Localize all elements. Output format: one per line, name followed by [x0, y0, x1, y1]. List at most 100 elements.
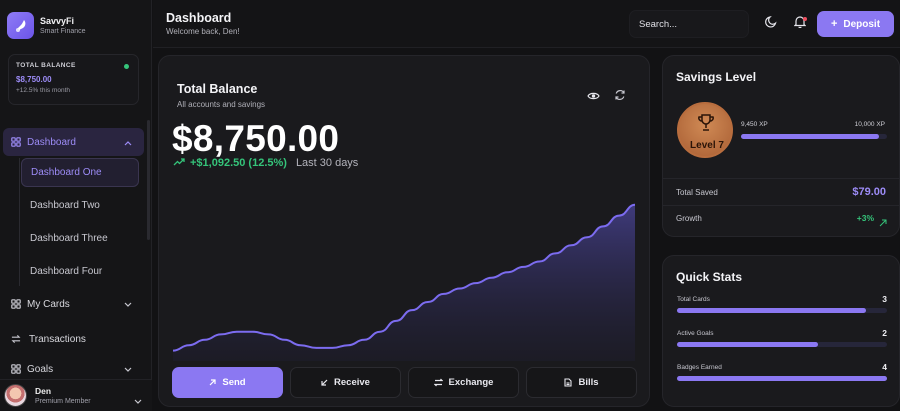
grid-icon [11, 299, 21, 309]
stat-value-active-goals: 2 [882, 328, 887, 338]
sidebar-item-label: Goals [27, 363, 54, 375]
user-profile[interactable]: Den Premium Member [0, 379, 152, 411]
sidebar-subitem-dashboard-four[interactable]: Dashboard Four [21, 257, 139, 286]
sidebar-scrollbar[interactable] [147, 120, 150, 240]
grid-icon [11, 364, 21, 374]
growth-label: Growth [676, 214, 702, 223]
send-button[interactable]: Send [172, 367, 283, 398]
card-subtitle: All accounts and savings [177, 100, 266, 109]
dashboard-submenu: Dashboard One Dashboard Two Dashboard Th… [19, 158, 144, 286]
stat-label-badges-earned: Badges Earned [677, 364, 722, 371]
growth-value: +3% [856, 213, 874, 223]
exchange-icon [433, 378, 443, 387]
trophy-icon [696, 113, 716, 138]
stat-value-badges-earned: 4 [882, 362, 887, 372]
stat-label-active-goals: Active Goals [677, 330, 714, 337]
sidebar-balance-change: +12.5% this month [16, 87, 71, 94]
sidebar-balance-value: $8,750.00 [16, 75, 52, 84]
grid-icon [11, 137, 21, 147]
page-subtitle: Welcome back, Den! [166, 27, 240, 36]
plus-icon: + [830, 18, 838, 30]
theme-toggle-button[interactable] [761, 14, 781, 34]
bills-button[interactable]: Bills [526, 367, 637, 398]
user-role: Premium Member [35, 398, 91, 405]
eye-icon[interactable] [587, 88, 600, 106]
xp-current: 9,450 XP [741, 121, 768, 128]
brand[interactable]: SavvyFi Smart Finance [7, 12, 86, 39]
sidebar-nav: Dashboard Dashboard One Dashboard Two Da… [3, 128, 144, 383]
divider [663, 178, 899, 179]
receive-label: Receive [334, 377, 370, 388]
sidebar-item-label: Dashboard [27, 136, 76, 148]
stat-fill-total-cards [677, 308, 866, 313]
stat-bar-badges-earned [677, 376, 887, 381]
notification-dot [803, 17, 807, 21]
quick-stats-card: Quick Stats Total Cards 3 Active Goals 2… [662, 255, 900, 407]
total-balance-card: Total Balance All accounts and savings $… [158, 55, 650, 407]
arrow-down-left-icon [321, 379, 328, 386]
chevron-down-icon [134, 392, 142, 410]
chevron-down-icon [124, 300, 132, 311]
card-title: Total Balance [177, 82, 258, 96]
savings-level-card: Savings Level Level 7 9,450 XP 10,000 XP… [662, 55, 900, 237]
trending-up-icon [879, 214, 887, 232]
stat-fill-active-goals [677, 342, 818, 347]
sidebar-item-my-cards[interactable]: My Cards [3, 290, 144, 318]
brand-name: SavvyFi [40, 16, 75, 26]
xp-target: 10,000 XP [854, 121, 885, 128]
balance-period: Last 30 days [295, 157, 359, 169]
moon-icon [764, 15, 778, 33]
arrow-up-right-icon [209, 379, 216, 386]
deposit-button[interactable]: + Deposit [817, 11, 894, 37]
total-saved-label: Total Saved [676, 188, 718, 197]
status-dot [124, 64, 129, 69]
brand-logo-icon [7, 12, 34, 39]
stat-label-total-cards: Total Cards [677, 296, 710, 303]
level-badge: Level 7 [677, 102, 733, 158]
sidebar: SavvyFi Smart Finance TOTAL BALANCE $8,7… [0, 0, 152, 411]
brand-tagline: Smart Finance [40, 28, 86, 35]
sidebar-balance-label: TOTAL BALANCE [16, 62, 76, 69]
xp-progress-fill [741, 134, 879, 139]
sidebar-subitem-dashboard-three[interactable]: Dashboard Three [21, 224, 139, 253]
chevron-down-icon [124, 365, 132, 376]
stat-value-total-cards: 3 [882, 294, 887, 304]
sidebar-item-label: Transactions [29, 333, 86, 345]
transfer-arrows-icon [11, 334, 21, 344]
quick-actions: Send Receive Exchange Bills [172, 367, 637, 398]
balance-change-row: +$1,092.50 (12.5%) Last 30 days [173, 157, 358, 169]
search-input[interactable] [629, 10, 749, 38]
notifications-button[interactable] [790, 14, 810, 34]
user-name: Den [35, 386, 52, 396]
balance-change: +$1,092.50 (12.5%) [190, 157, 287, 169]
avatar [4, 384, 27, 407]
sidebar-subitem-dashboard-two[interactable]: Dashboard Two [21, 191, 139, 220]
level-label: Level 7 [690, 140, 724, 151]
sidebar-balance-card: TOTAL BALANCE $8,750.00 +12.5% this mont… [8, 54, 139, 105]
header: Dashboard Welcome back, Den! + Deposit [153, 0, 900, 48]
stat-fill-badges-earned [677, 376, 887, 381]
stat-bar-active-goals [677, 342, 887, 347]
page-title: Dashboard [166, 11, 232, 25]
total-saved-value: $79.00 [852, 186, 886, 198]
card-title: Quick Stats [676, 270, 743, 284]
receive-button[interactable]: Receive [290, 367, 401, 398]
sidebar-item-dashboard[interactable]: Dashboard [3, 128, 144, 156]
card-title: Savings Level [676, 70, 757, 84]
sidebar-item-label: My Cards [27, 298, 70, 310]
deposit-label: Deposit [843, 18, 881, 30]
sidebar-item-transactions[interactable]: Transactions [3, 325, 144, 353]
chevron-up-icon [124, 138, 132, 149]
document-icon [564, 378, 573, 387]
refresh-icon[interactable] [614, 88, 626, 106]
chart-area-fill [173, 204, 635, 361]
exchange-label: Exchange [448, 377, 494, 388]
divider [663, 205, 899, 206]
exchange-button[interactable]: Exchange [408, 367, 519, 398]
xp-progress-bar [741, 134, 887, 139]
send-label: Send [222, 377, 246, 388]
sidebar-subitem-dashboard-one[interactable]: Dashboard One [21, 158, 139, 187]
trending-up-icon [173, 157, 185, 169]
bills-label: Bills [578, 377, 599, 388]
balance-area-chart [172, 203, 636, 361]
